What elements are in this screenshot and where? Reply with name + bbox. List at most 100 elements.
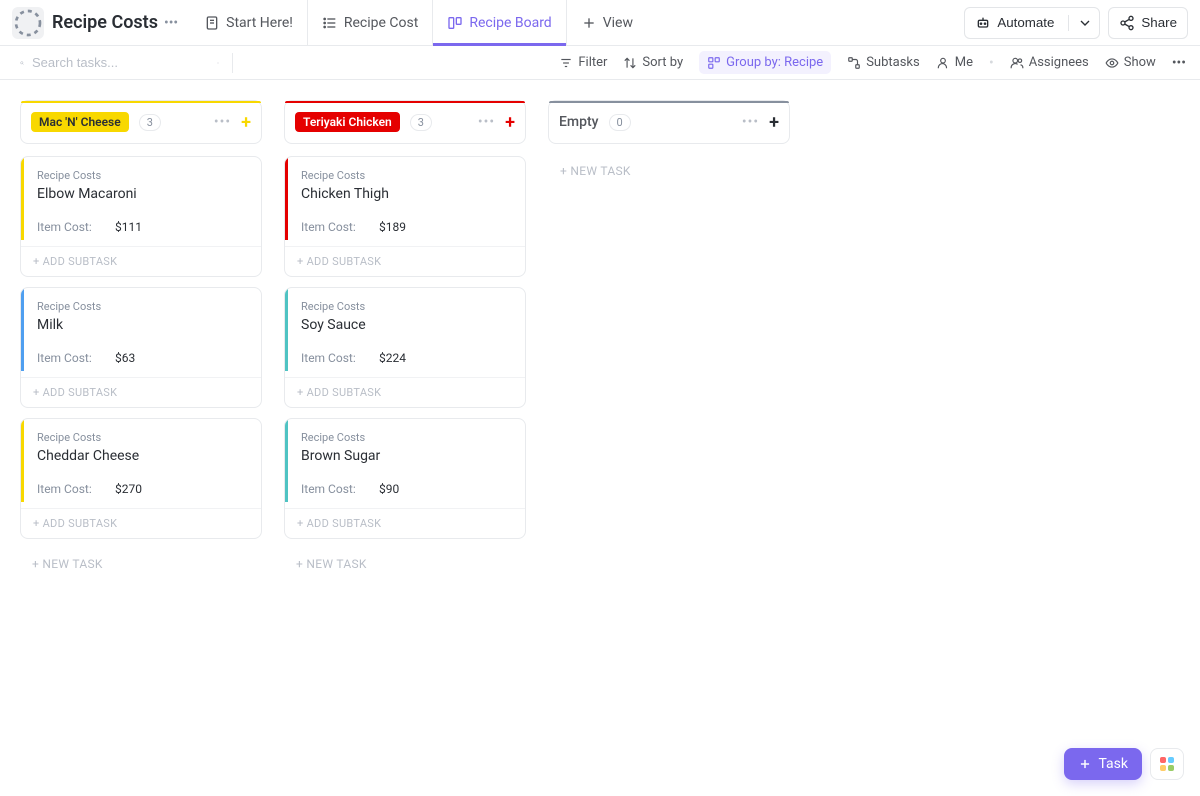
subtasks-button[interactable]: Subtasks — [847, 55, 920, 70]
add-subtask-button[interactable]: + ADD SUBTASK — [285, 508, 525, 538]
card-field-value: $270 — [115, 482, 142, 496]
fab-label: Task — [1098, 756, 1128, 772]
separator-dot: • — [989, 55, 994, 71]
column-count: 3 — [410, 114, 432, 131]
card-field-label: Item Cost: — [301, 351, 379, 365]
plus-icon — [581, 15, 597, 31]
board-column: Empty0•••++ NEW TASK — [548, 100, 790, 186]
toolbar: Filter Sort by Group by: Recipe Subtasks… — [0, 46, 1200, 80]
new-task-fab[interactable]: Task — [1064, 748, 1142, 780]
column-name-pill: Teriyaki Chicken — [295, 112, 400, 132]
add-subtask-button[interactable]: + ADD SUBTASK — [21, 377, 261, 407]
column-header[interactable]: Teriyaki Chicken 3 ••• + — [284, 100, 526, 144]
card-list-name: Recipe Costs — [301, 300, 513, 313]
automate-label: Automate — [997, 15, 1054, 30]
tab-label: Recipe Cost — [344, 15, 418, 31]
card-field-label: Item Cost: — [37, 482, 115, 496]
apps-icon — [1160, 757, 1174, 771]
assignees-label: Assignees — [1029, 55, 1089, 70]
sort-label: Sort by — [642, 55, 683, 70]
task-card[interactable]: Recipe CostsElbow MacaroniItem Cost:$111… — [20, 156, 262, 277]
filter-label: Filter — [578, 55, 607, 70]
tab-start-here[interactable]: Start Here! — [190, 0, 307, 45]
card-field-value: $224 — [379, 351, 406, 365]
task-card[interactable]: Recipe CostsSoy SauceItem Cost:$224+ ADD… — [284, 287, 526, 408]
add-subtask-button[interactable]: + ADD SUBTASK — [285, 246, 525, 276]
view-tabs: Start Here! Recipe Cost Recipe Board Vie… — [190, 0, 647, 45]
subtasks-label: Subtasks — [866, 55, 920, 70]
title-more-icon[interactable]: ••• — [164, 15, 178, 31]
tab-label: View — [603, 15, 633, 31]
new-task-button[interactable]: + NEW TASK — [284, 549, 526, 579]
add-view-button[interactable]: View — [566, 0, 647, 45]
column-more-icon[interactable]: ••• — [214, 114, 231, 130]
new-task-button[interactable]: + NEW TASK — [548, 156, 790, 186]
card-field-value: $111 — [115, 220, 142, 234]
card-title: Elbow Macaroni — [37, 186, 249, 202]
add-subtask-button[interactable]: + ADD SUBTASK — [21, 508, 261, 538]
sort-button[interactable]: Sort by — [623, 55, 683, 70]
task-card[interactable]: Recipe CostsChicken ThighItem Cost:$189+… — [284, 156, 526, 277]
plus-icon — [1078, 757, 1092, 771]
card-title: Milk — [37, 317, 249, 333]
me-button[interactable]: Me — [936, 55, 973, 70]
new-task-button[interactable]: + NEW TASK — [20, 549, 262, 579]
column-name-pill: Mac 'N' Cheese — [31, 112, 129, 132]
doc-icon — [204, 15, 220, 31]
share-button[interactable]: Share — [1108, 7, 1188, 39]
toolbar-right: Filter Sort by Group by: Recipe Subtasks… — [559, 51, 1186, 74]
card-title: Cheddar Cheese — [37, 448, 249, 464]
show-label: Show — [1124, 55, 1156, 70]
board-column: Teriyaki Chicken 3 ••• + Recipe CostsChicken… — [284, 100, 526, 579]
automate-button[interactable]: Automate — [964, 7, 1100, 39]
board-column: Mac 'N' Cheese 3 ••• + Recipe Costs Elbow Mac… — [20, 100, 262, 579]
group-icon — [707, 56, 721, 70]
card-list-name: Recipe Costs — [37, 169, 249, 182]
card-field-label: Item Cost: — [301, 220, 379, 234]
add-subtask-button[interactable]: + ADD SUBTASK — [21, 246, 261, 276]
search-input[interactable] — [32, 55, 208, 70]
card-list-name: Recipe Costs — [37, 300, 249, 313]
chevron-down-icon[interactable] — [216, 56, 220, 70]
card-field-value: $90 — [379, 482, 399, 496]
automate-caret[interactable] — [1068, 15, 1093, 31]
card-list-name: Recipe Costs — [37, 431, 249, 444]
space-icon[interactable] — [12, 7, 44, 39]
sort-icon — [623, 56, 637, 70]
column-header[interactable]: Mac 'N' Cheese 3 ••• + — [20, 100, 262, 144]
filter-button[interactable]: Filter — [559, 55, 607, 70]
users-icon — [1010, 56, 1024, 70]
board-icon — [447, 15, 463, 31]
toolbar-more-icon[interactable]: ••• — [1172, 55, 1186, 71]
fab-wrap: Task — [1064, 748, 1184, 780]
column-add-button[interactable]: + — [241, 112, 251, 133]
task-card[interactable]: Recipe Costs Milk Item Cost:$63 + ADD SUBTA… — [20, 287, 262, 408]
tab-recipe-board[interactable]: Recipe Board — [432, 0, 565, 45]
column-more-icon[interactable]: ••• — [478, 114, 495, 130]
column-more-icon[interactable]: ••• — [742, 114, 759, 130]
search-wrap — [20, 55, 220, 70]
show-button[interactable]: Show — [1105, 55, 1156, 70]
card-list-name: Recipe Costs — [301, 431, 513, 444]
column-header[interactable]: Empty0•••+ — [548, 100, 790, 144]
group-label: Group by: Recipe — [726, 55, 823, 70]
subtasks-icon — [847, 56, 861, 70]
assignees-button[interactable]: Assignees — [1010, 55, 1089, 70]
task-card[interactable]: Recipe Costs Cheddar Cheese Item Cost:$270… — [20, 418, 262, 539]
task-card[interactable]: Recipe CostsBrown SugarItem Cost:$90+ AD… — [284, 418, 526, 539]
tab-recipe-cost[interactable]: Recipe Cost — [307, 0, 432, 45]
card-field-value: $63 — [115, 351, 135, 365]
add-subtask-button[interactable]: + ADD SUBTASK — [285, 377, 525, 407]
column-add-button[interactable]: + — [505, 112, 515, 133]
column-add-button[interactable]: + — [769, 112, 779, 133]
apps-fab[interactable] — [1150, 748, 1184, 780]
column-name-pill: Empty — [559, 114, 599, 130]
card-field-label: Item Cost: — [37, 351, 115, 365]
chevron-down-icon — [1077, 15, 1093, 31]
tab-label: Start Here! — [226, 15, 293, 31]
share-label: Share — [1141, 15, 1177, 30]
column-count: 3 — [139, 114, 161, 131]
page-title: Recipe Costs — [52, 12, 158, 33]
group-by-button[interactable]: Group by: Recipe — [699, 51, 831, 74]
list-icon — [322, 15, 338, 31]
